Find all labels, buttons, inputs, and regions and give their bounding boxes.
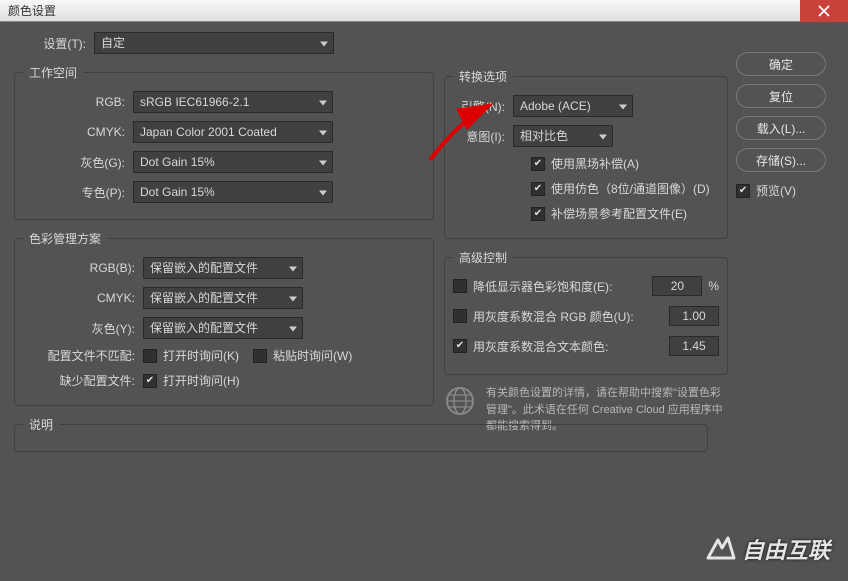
spot-label: 专色(P): xyxy=(23,184,133,201)
bpc-label[interactable]: 使用黑场补偿(A) xyxy=(551,155,639,172)
missing-open-label[interactable]: 打开时询问(H) xyxy=(163,372,240,389)
window-title: 颜色设置 xyxy=(8,2,56,19)
watermark-icon xyxy=(704,534,738,564)
advanced-group: 高级控制 降低显示器色彩饱和度(E): % 用灰度系数混合 RGB 颜色(U):… xyxy=(444,249,728,375)
blend-rgb-input[interactable] xyxy=(669,306,719,326)
settings-select[interactable]: 自定 xyxy=(94,32,334,54)
intent-select[interactable]: 相对比色 xyxy=(513,125,613,147)
blend-rgb-label[interactable]: 用灰度系数混合 RGB 颜色(U): xyxy=(473,308,634,325)
conversion-group: 转换选项 引擎(N):Adobe (ACE) 意图(I):相对比色 使用黑场补偿… xyxy=(444,68,728,239)
titlebar: 颜色设置 xyxy=(0,0,848,22)
watermark-text: 自由互联 xyxy=(742,533,830,565)
spot-select[interactable]: Dot Gain 15% xyxy=(133,181,333,203)
preview-label[interactable]: 预览(V) xyxy=(756,182,796,199)
policy-cmyk-label: CMYK: xyxy=(23,291,143,305)
desat-label[interactable]: 降低显示器色彩饱和度(E): xyxy=(473,278,612,295)
mismatch-open-checkbox[interactable] xyxy=(143,349,157,363)
engine-select[interactable]: Adobe (ACE) xyxy=(513,95,633,117)
policy-gray-select[interactable]: 保留嵌入的配置文件 xyxy=(143,317,303,339)
description-label: 说明 xyxy=(23,416,59,433)
compensate-checkbox[interactable] xyxy=(531,207,545,221)
mismatch-label: 配置文件不匹配: xyxy=(23,347,143,364)
ok-button[interactable]: 确定 xyxy=(736,52,826,76)
rgb-select[interactable]: sRGB IEC61966-2.1 xyxy=(133,91,333,113)
desat-input[interactable] xyxy=(652,276,702,296)
close-icon xyxy=(818,5,830,17)
load-button[interactable]: 载入(L)... xyxy=(736,116,826,140)
pct-label: % xyxy=(708,279,719,293)
rgb-label: RGB: xyxy=(23,95,133,109)
missing-label: 缺少配置文件: xyxy=(23,372,143,389)
policy-group: 色彩管理方案 RGB(B):保留嵌入的配置文件 CMYK:保留嵌入的配置文件 灰… xyxy=(14,230,434,406)
settings-label: 设置(T): xyxy=(14,35,94,52)
mismatch-open-label[interactable]: 打开时询问(K) xyxy=(163,347,239,364)
cmyk-select[interactable]: Japan Color 2001 Coated xyxy=(133,121,333,143)
policy-legend: 色彩管理方案 xyxy=(23,230,107,247)
mismatch-paste-checkbox[interactable] xyxy=(253,349,267,363)
conversion-legend: 转换选项 xyxy=(453,68,513,85)
engine-label: 引擎(N): xyxy=(453,98,513,115)
missing-open-checkbox[interactable] xyxy=(143,374,157,388)
intent-label: 意图(I): xyxy=(453,128,513,145)
desat-checkbox[interactable] xyxy=(453,279,467,293)
gray-select[interactable]: Dot Gain 15% xyxy=(133,151,333,173)
description-group: 说明 xyxy=(14,416,708,452)
globe-icon xyxy=(444,385,476,417)
blend-rgb-checkbox[interactable] xyxy=(453,309,467,323)
policy-cmyk-select[interactable]: 保留嵌入的配置文件 xyxy=(143,287,303,309)
dither-checkbox[interactable] xyxy=(531,182,545,196)
mismatch-paste-label[interactable]: 粘贴时询问(W) xyxy=(273,347,352,364)
compensate-label[interactable]: 补偿场景参考配置文件(E) xyxy=(551,205,687,222)
blend-text-checkbox[interactable] xyxy=(453,339,467,353)
reset-button[interactable]: 复位 xyxy=(736,84,826,108)
policy-rgb-select[interactable]: 保留嵌入的配置文件 xyxy=(143,257,303,279)
blend-text-label[interactable]: 用灰度系数混合文本颜色: xyxy=(473,338,608,355)
bpc-checkbox[interactable] xyxy=(531,157,545,171)
dither-label[interactable]: 使用仿色（8位/通道图像）(D) xyxy=(551,180,710,197)
workspace-legend: 工作空间 xyxy=(23,64,83,81)
policy-rgb-label: RGB(B): xyxy=(23,261,143,275)
color-settings-dialog: 颜色设置 设置(T): 自定 工作空间 RGB:sRGB IEC61966-2.… xyxy=(0,0,848,581)
preview-checkbox[interactable] xyxy=(736,184,750,198)
close-button[interactable] xyxy=(800,0,848,22)
watermark: 自由互联 xyxy=(704,533,830,565)
cmyk-label: CMYK: xyxy=(23,125,133,139)
gray-label: 灰色(G): xyxy=(23,154,133,171)
policy-gray-label: 灰色(Y): xyxy=(23,320,143,337)
blend-text-input[interactable] xyxy=(669,336,719,356)
advanced-legend: 高级控制 xyxy=(453,249,513,266)
save-button[interactable]: 存储(S)... xyxy=(736,148,826,172)
workspace-group: 工作空间 RGB:sRGB IEC61966-2.1 CMYK:Japan Co… xyxy=(14,64,434,220)
